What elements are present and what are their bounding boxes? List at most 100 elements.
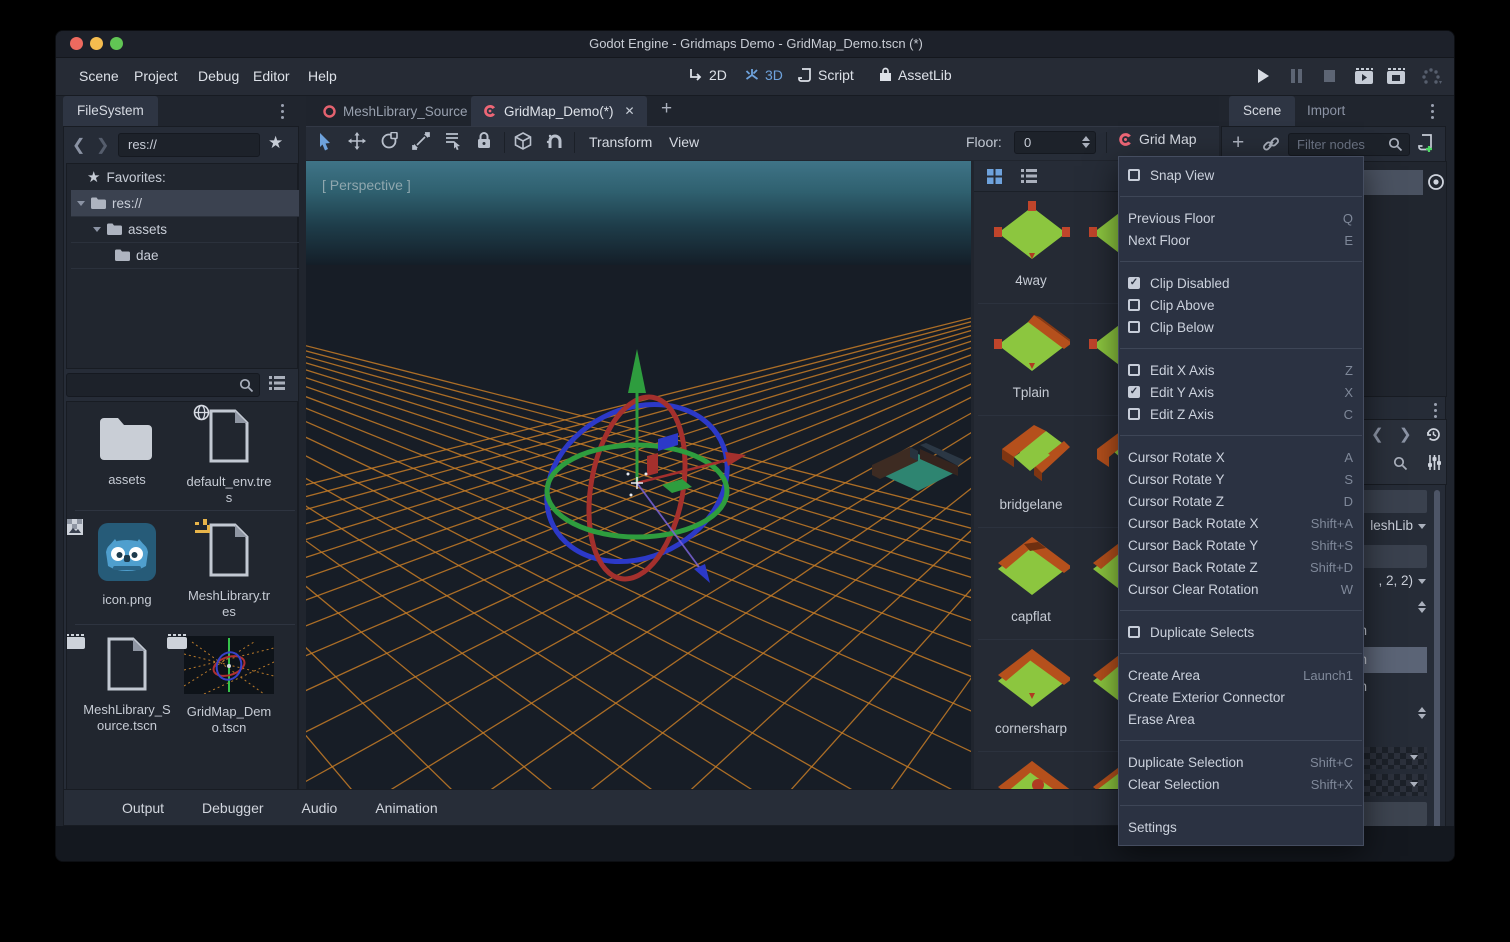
menu-item-clip-below[interactable]: Clip Below xyxy=(1119,316,1363,338)
history-back-icon[interactable]: ❮ xyxy=(1371,425,1384,443)
close-tab-icon[interactable]: ✕ xyxy=(625,104,635,118)
file-item-default-env[interactable]: default_env.tres xyxy=(179,408,279,506)
menu-item-erase-area[interactable]: Erase Area xyxy=(1119,708,1363,730)
instance-scene-icon[interactable] xyxy=(1262,135,1280,153)
dropdown-arrow-icon[interactable] xyxy=(1418,524,1426,529)
menu-debug[interactable]: Debug xyxy=(198,68,239,84)
new-tab-button[interactable]: + xyxy=(661,98,672,120)
mode-3d-button[interactable]: 3D xyxy=(744,67,783,83)
add-node-button[interactable]: + xyxy=(1232,131,1244,155)
menu-item-cursor-back-rotate-z[interactable]: Cursor Back Rotate ZShift+D xyxy=(1119,556,1363,578)
3d-viewport[interactable] xyxy=(306,161,971,816)
rotate-tool-button[interactable] xyxy=(380,132,398,155)
scale-tool-button[interactable] xyxy=(412,132,430,155)
menu-item-duplicate-selection[interactable]: Duplicate SelectionShift+C xyxy=(1119,751,1363,773)
menu-item-cursor-rotate-y[interactable]: Cursor Rotate YS xyxy=(1119,468,1363,490)
dropdown-arrow-icon[interactable] xyxy=(1418,579,1426,584)
tab-import[interactable]: Import xyxy=(1293,96,1359,126)
file-item-icon-png[interactable]: icon.png xyxy=(77,522,177,608)
inspector-tools-icon[interactable] xyxy=(1427,454,1442,471)
snap-object-button[interactable] xyxy=(514,132,532,155)
dock-options-icon[interactable] xyxy=(281,104,284,119)
menu-editor[interactable]: Editor xyxy=(253,68,290,84)
attach-script-icon[interactable] xyxy=(1418,134,1435,154)
favorite-toggle-icon[interactable]: ★ xyxy=(268,133,283,153)
dropdown-arrow-icon[interactable] xyxy=(1410,755,1418,760)
file-list-view-toggle-icon[interactable] xyxy=(268,375,286,396)
menu-item-clip-above[interactable]: Clip Above xyxy=(1119,294,1363,316)
menu-item-duplicate-selects[interactable]: Duplicate Selects xyxy=(1119,621,1363,643)
nav-back-button[interactable]: ❮ xyxy=(72,135,85,155)
menu-item-next-floor[interactable]: Next FloorE xyxy=(1119,229,1363,251)
move-tool-button[interactable] xyxy=(348,132,366,155)
inspector-scrollbar[interactable] xyxy=(1434,490,1440,850)
tab-meshlibrary-source[interactable]: MeshLibrary_Source xyxy=(311,96,480,126)
collapse-caret-icon[interactable] xyxy=(77,201,85,206)
history-icon[interactable] xyxy=(1425,426,1442,443)
tab-gridmap-demo[interactable]: GridMap_Demo(*) ✕ xyxy=(471,96,647,126)
spinbox-arrows-icon[interactable] xyxy=(1418,707,1426,719)
nav-forward-button[interactable]: ❯ xyxy=(96,135,109,155)
menu-help[interactable]: Help xyxy=(308,68,337,84)
snap-toggle-button[interactable] xyxy=(546,132,564,155)
tree-item-dae[interactable]: dae xyxy=(71,242,299,269)
floor-spin-arrows-icon[interactable] xyxy=(1082,136,1090,148)
filesystem-search-input[interactable] xyxy=(66,373,260,397)
palette-thumbnail-view-icon[interactable] xyxy=(986,168,1003,190)
menu-item-create-area[interactable]: Create AreaLaunch1 xyxy=(1119,664,1363,686)
file-item-meshlibrary-tres[interactable]: MeshLibrary.tres xyxy=(179,522,279,620)
menu-item-clear-selection[interactable]: Clear SelectionShift+X xyxy=(1119,773,1363,795)
tab-scene[interactable]: Scene xyxy=(1229,96,1295,126)
menu-item-edit-z-axis[interactable]: Edit Z AxisC xyxy=(1119,403,1363,425)
menu-item-snap-view[interactable]: Snap View xyxy=(1119,164,1363,186)
mode-assetlib-button[interactable]: AssetLib xyxy=(878,67,952,83)
dock-options-icon[interactable] xyxy=(1431,104,1434,119)
list-select-tool-button[interactable] xyxy=(444,132,462,155)
play-button[interactable] xyxy=(1256,68,1270,89)
menu-scene[interactable]: Scene xyxy=(79,68,119,84)
inspector-options-icon[interactable] xyxy=(1434,403,1437,418)
menu-item-cursor-rotate-z[interactable]: Cursor Rotate ZD xyxy=(1119,490,1363,512)
lock-tool-button[interactable] xyxy=(476,131,492,155)
select-tool-button[interactable] xyxy=(316,132,334,156)
history-forward-icon[interactable]: ❯ xyxy=(1399,425,1412,443)
bottom-tab-output[interactable]: Output xyxy=(122,800,164,816)
mode-2d-button[interactable]: 2D xyxy=(688,67,727,83)
transform-menu[interactable]: Transform xyxy=(589,134,652,150)
path-input[interactable]: res:// xyxy=(118,133,260,157)
title-bar[interactable]: Godot Engine - Gridmaps Demo - GridMap_D… xyxy=(56,31,1455,58)
file-item-gridmap-demo[interactable]: GridMap_Demo.tscn xyxy=(179,636,279,736)
tree-item-assets[interactable]: assets xyxy=(71,216,299,243)
menu-item-cursor-back-rotate-y[interactable]: Cursor Back Rotate YShift+S xyxy=(1119,534,1363,556)
menu-item-clip-disabled[interactable]: Clip Disabled xyxy=(1119,272,1363,294)
play-custom-scene-button[interactable] xyxy=(1386,67,1406,90)
menu-item-previous-floor[interactable]: Previous FloorQ xyxy=(1119,207,1363,229)
tab-filesystem[interactable]: FileSystem xyxy=(63,96,158,126)
file-item-meshlibrary-source[interactable]: MeshLibrary_Source.tscn xyxy=(77,636,177,734)
menu-item-edit-y-axis[interactable]: Edit Y AxisX xyxy=(1119,381,1363,403)
menu-item-edit-x-axis[interactable]: Edit X AxisZ xyxy=(1119,359,1363,381)
spinbox-arrows-icon[interactable] xyxy=(1418,601,1426,613)
file-item-assets[interactable]: assets xyxy=(77,414,177,488)
menu-item-settings[interactable]: Settings xyxy=(1119,816,1363,838)
view-menu[interactable]: View xyxy=(669,134,699,150)
tree-item-favorites[interactable]: ★ Favorites: xyxy=(71,164,299,190)
gridmap-menu-button[interactable]: Grid Map xyxy=(1118,131,1197,147)
visibility-eye-icon[interactable] xyxy=(1427,173,1445,191)
mode-script-button[interactable]: Script xyxy=(798,67,854,83)
play-scene-button[interactable] xyxy=(1354,67,1374,90)
menu-item-create-exterior-connector[interactable]: Create Exterior Connector xyxy=(1119,686,1363,708)
collapse-caret-icon[interactable] xyxy=(93,227,101,232)
bottom-tab-debugger[interactable]: Debugger xyxy=(202,800,264,816)
pause-button[interactable] xyxy=(1290,68,1303,89)
stop-button[interactable] xyxy=(1323,69,1336,88)
bottom-tab-audio[interactable]: Audio xyxy=(302,800,338,816)
perspective-label[interactable]: [ Perspective ] xyxy=(322,177,411,193)
bottom-tab-animation[interactable]: Animation xyxy=(375,800,437,816)
palette-list-view-icon[interactable] xyxy=(1020,168,1038,189)
tree-item-res[interactable]: res:// xyxy=(71,190,299,217)
menu-item-cursor-clear-rotation[interactable]: Cursor Clear RotationW xyxy=(1119,578,1363,600)
menu-project[interactable]: Project xyxy=(134,68,178,84)
inspector-search-icon[interactable] xyxy=(1393,456,1408,471)
menu-item-cursor-back-rotate-x[interactable]: Cursor Back Rotate XShift+A xyxy=(1119,512,1363,534)
